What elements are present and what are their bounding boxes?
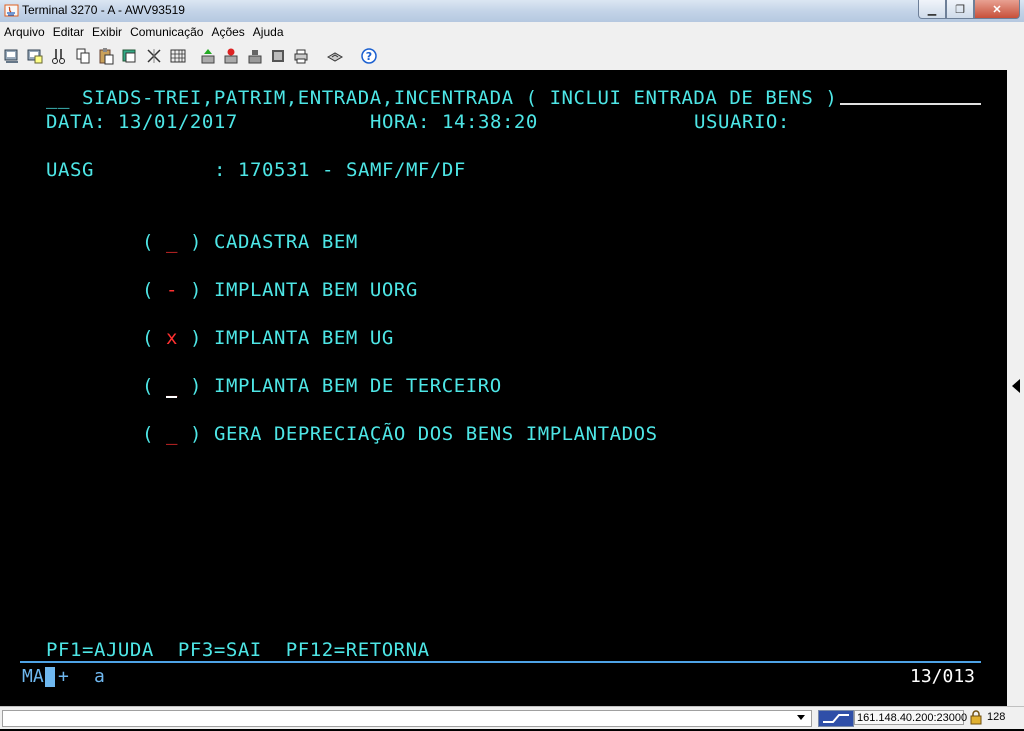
host-address: 161.148.40.200:23000 <box>854 710 967 725</box>
cut-icon[interactable] <box>50 47 68 65</box>
print-screen-icon[interactable] <box>292 47 310 65</box>
send-file-icon[interactable] <box>199 47 217 65</box>
option-field-gera-depreciacao[interactable]: _ <box>166 422 178 446</box>
option-label-cadastra-bem: CADASTRA BEM <box>214 231 358 253</box>
option-field-implanta-bem-terceiro[interactable]: _ <box>166 374 178 398</box>
lock-icon <box>970 710 982 725</box>
terminal-screen[interactable]: __ SIADS-TREI,PATRIM,ENTRADA,INCENTRADA … <box>0 70 1007 706</box>
option-close-paren: ) <box>190 279 202 301</box>
menu-acoes[interactable]: Ações <box>207 25 248 39</box>
chevron-down-icon[interactable] <box>797 715 805 720</box>
hora-label: HORA: <box>370 111 430 133</box>
option-close-paren: ) <box>190 231 202 253</box>
option-field-implanta-bem-uorg[interactable]: - <box>166 278 178 302</box>
status-message-field[interactable] <box>2 710 812 727</box>
oia-plus: + <box>58 666 69 687</box>
text-cursor <box>166 396 177 398</box>
option-label-implanta-bem-ug: IMPLANTA BEM UG <box>214 327 394 349</box>
data-label: DATA: <box>46 111 106 133</box>
macro-icon[interactable] <box>145 47 163 65</box>
option-open-paren: ( <box>142 423 154 445</box>
keypad-icon[interactable] <box>169 47 187 65</box>
option-open-paren: ( <box>142 375 154 397</box>
usuario-label: USUARIO: <box>694 111 790 133</box>
print-icon[interactable] <box>269 47 287 65</box>
option-label-implanta-bem-terceiro: IMPLANTA BEM DE TERCEIRO <box>214 375 502 397</box>
title-underline <box>840 103 981 105</box>
option-open-paren: ( <box>142 231 154 253</box>
java-app-icon <box>4 4 19 17</box>
function-keys: PF1=AJUDA PF3=SAI PF12=RETORNA <box>46 639 430 661</box>
svg-text:?: ? <box>366 50 372 63</box>
stop-icon[interactable] <box>246 47 264 65</box>
option-field-cadastra-bem[interactable]: _ <box>166 230 178 254</box>
oia-separator <box>20 661 981 663</box>
uasg-label: UASG <box>46 159 94 181</box>
window-title: Terminal 3270 - A - AWV93519 <box>22 3 185 17</box>
uasg-code: 170531 <box>238 159 310 181</box>
hora-value: 14:38:20 <box>442 111 538 133</box>
option-label-gera-depreciacao: GERA DEPRECIAÇÃO DOS BENS IMPLANTADOS <box>214 423 658 445</box>
option-close-paren: ) <box>190 375 202 397</box>
minimize-button[interactable]: ▁ <box>918 0 946 19</box>
copy-screen-icon[interactable] <box>3 47 21 65</box>
header-prefix: __ <box>46 87 70 109</box>
close-button[interactable]: ✕ <box>974 0 1020 19</box>
menu-ajuda[interactable]: Ajuda <box>249 25 288 39</box>
window-title-bar[interactable]: Terminal 3270 - A - AWV93519 ▁ ❐ ✕ <box>0 0 1024 23</box>
uasg-separator: - <box>322 159 334 181</box>
menu-editar[interactable]: Editar <box>49 25 88 39</box>
connection-icon <box>818 710 854 727</box>
collapse-arrow-icon[interactable] <box>1012 379 1020 393</box>
menu-arquivo[interactable]: Arquivo <box>0 25 49 39</box>
oia-cursor-block <box>45 667 55 687</box>
option-open-paren: ( <box>142 327 154 349</box>
uasg-name: SAMF/MF/DF <box>346 159 466 181</box>
maximize-button[interactable]: ❐ <box>946 0 974 19</box>
paste-screen-icon[interactable] <box>26 47 44 65</box>
option-open-paren: ( <box>142 279 154 301</box>
clipboard-icon[interactable] <box>121 47 139 65</box>
option-field-implanta-bem-ug[interactable]: x <box>166 326 178 350</box>
data-value: 13/01/2017 <box>118 111 238 133</box>
keyboard-icon[interactable] <box>326 47 344 65</box>
option-label-implanta-bem-uorg: IMPLANTA BEM UORG <box>214 279 418 301</box>
side-panel-toggle[interactable] <box>1007 70 1024 706</box>
menu-bar: Arquivo Editar Exibir Comunicação Ações … <box>0 22 1024 41</box>
option-close-paren: ) <box>190 423 202 445</box>
screen-title: SIADS-TREI,PATRIM,ENTRADA,INCENTRADA ( I… <box>82 87 838 109</box>
uasg-colon: : <box>214 159 226 181</box>
receive-file-icon[interactable] <box>222 47 240 65</box>
menu-comunicacao[interactable]: Comunicação <box>126 25 207 39</box>
status-bar: 161.148.40.200:23000 128 <box>0 706 1024 729</box>
copy-icon[interactable] <box>74 47 92 65</box>
oia-indicator: a <box>94 666 105 687</box>
menu-exibir[interactable]: Exibir <box>88 25 126 39</box>
toolbar: ? <box>0 41 1024 71</box>
paste-icon[interactable] <box>97 47 115 65</box>
cursor-position: 13/013 <box>910 666 976 687</box>
help-icon[interactable]: ? <box>360 47 378 65</box>
option-close-paren: ) <box>190 327 202 349</box>
encryption-strength: 128 <box>987 711 1006 723</box>
oia-mode: MA <box>22 666 44 687</box>
